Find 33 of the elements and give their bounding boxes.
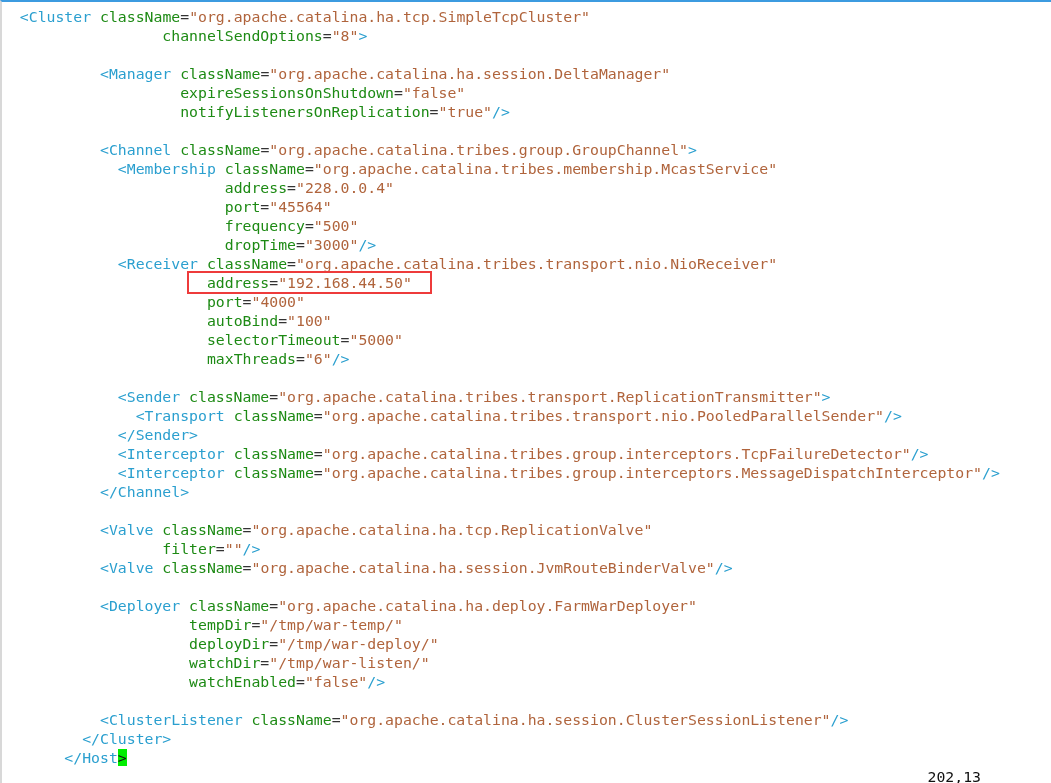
code-line: <Transport className="org.apache.catalina.tribes.transport.nio.PooledParallelSender"/> xyxy=(135,407,902,424)
code-line: expireSessionsOnShutdown="false" xyxy=(180,84,466,101)
code-line: deployDir="/tmp/war-deploy/" xyxy=(189,635,439,652)
code-line: <Sender className="org.apache.catalina.tribes.transport.ReplicationTransmitter"> xyxy=(117,388,831,405)
code-line: port="4000" xyxy=(206,293,305,310)
code-line: <Manager className="org.apache.catalina.ha.session.DeltaManager" xyxy=(100,65,671,82)
code-line: watchDir="/tmp/war-listen/" xyxy=(189,654,430,671)
code-line: address="228.0.0.4" xyxy=(224,179,394,196)
code-line: frequency="500" xyxy=(224,217,359,234)
code-line: <Membership className="org.apache.catalina.tribes.membership.McastService" xyxy=(117,160,778,177)
code-line: selectorTimeout="5000" xyxy=(206,331,403,348)
code-line: <Channel className="org.apache.catalina.tribes.group.GroupChannel"> xyxy=(100,141,697,158)
code-line: watchEnabled="false"/> xyxy=(189,673,386,690)
code-line: </Channel> xyxy=(100,483,190,500)
code-line: tempDir="/tmp/war-temp/" xyxy=(189,616,403,633)
code-line: channelSendOptions="8"> xyxy=(162,27,368,44)
code-line: <Receiver className="org.apache.catalina.tribes.transport.nio.NioReceiver" xyxy=(117,255,778,272)
code-line: <Interceptor className="org.apache.catalina.tribes.group.interceptors.TcpFailureDetector"/> xyxy=(117,445,929,462)
code-line: dropTime="3000"/> xyxy=(224,236,377,253)
code-line: port="45564" xyxy=(224,198,332,215)
code-line: <Valve className="org.apache.catalina.ha.tcp.ReplicationValve" xyxy=(100,521,653,538)
code-line: <Interceptor className="org.apache.catalina.tribes.group.interceptors.MessageDispatchInterceptor"/> xyxy=(117,464,1000,481)
code-line: <Valve className="org.apache.catalina.ha.session.JvmRouteBinderValve"/> xyxy=(100,559,733,576)
code-line: notifyListenersOnReplication="true"/> xyxy=(180,103,510,120)
code-line: <Deployer className="org.apache.catalina.ha.deploy.FarmWarDeployer" xyxy=(100,597,697,614)
code-line: </Sender> xyxy=(117,426,198,443)
code-line: filter=""/> xyxy=(162,540,261,557)
code-line: </Cluster> xyxy=(82,730,172,747)
code-line: maxThreads="6"/> xyxy=(206,350,350,367)
code-line: </Host> xyxy=(64,749,127,766)
code-line: <Cluster className="org.apache.catalina.ha.tcp.SimpleTcpCluster" xyxy=(19,8,590,25)
code-line: autoBind="100" xyxy=(206,312,332,329)
code-line: <ClusterListener className="org.apache.catalina.ha.session.ClusterSessionListener"/> xyxy=(100,711,849,728)
